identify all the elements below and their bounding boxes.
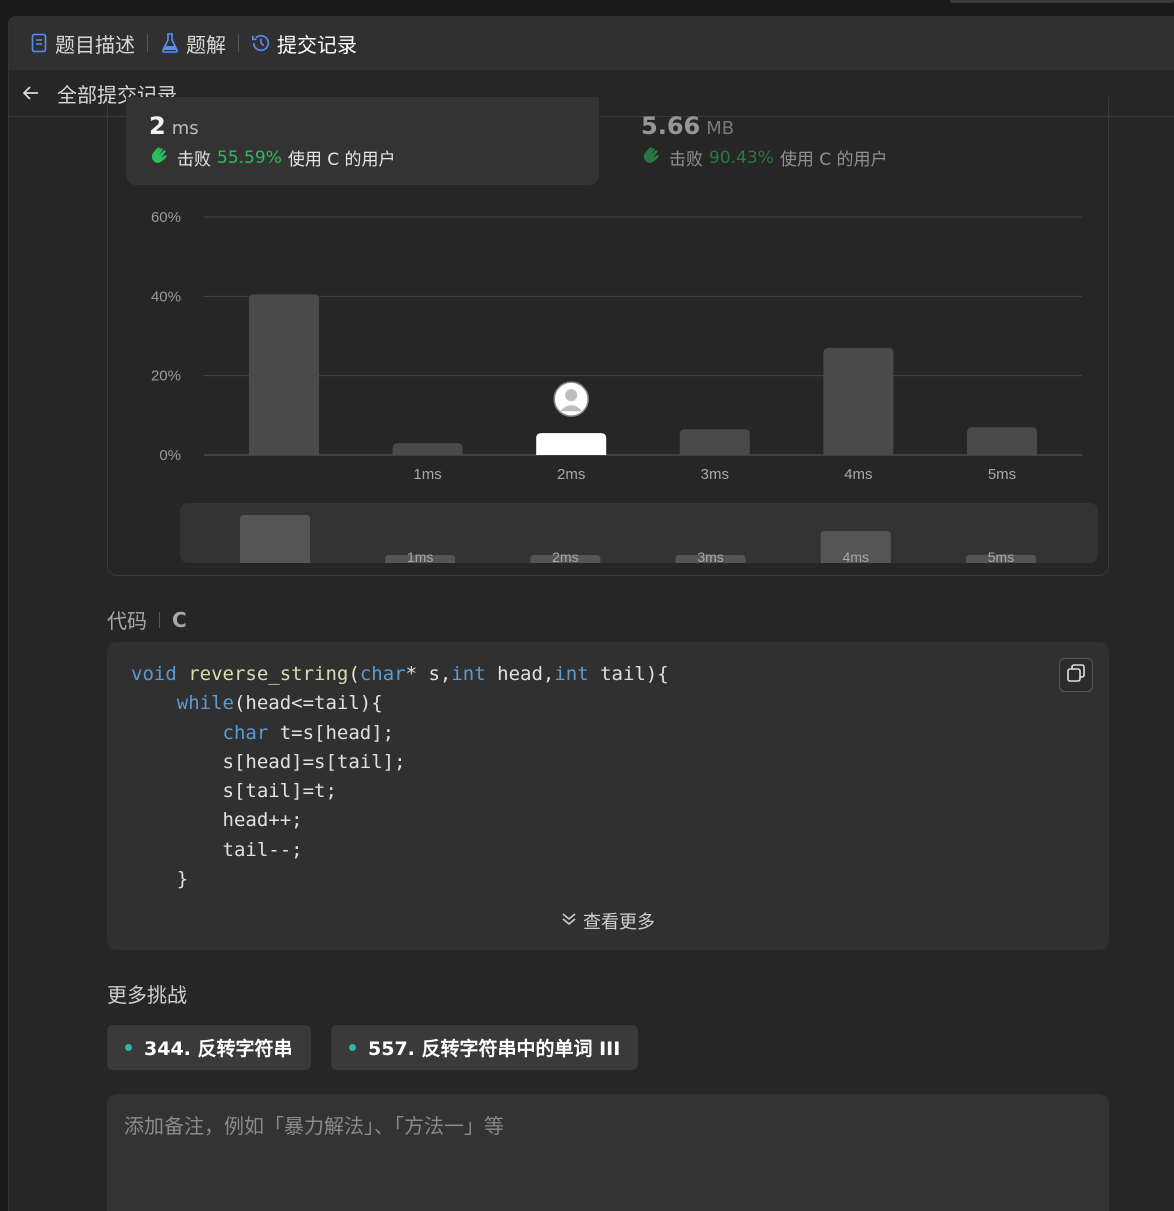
code-label: 代码: [107, 609, 147, 633]
tab-solutions[interactable]: 题解: [160, 16, 226, 70]
memory-number: 5.66: [641, 112, 701, 140]
top-strip: [950, 0, 1174, 3]
show-more-button[interactable]: 查看更多: [107, 908, 1109, 934]
tab-bar: 题目描述 题解 提交记录: [9, 16, 1174, 70]
runtime-unit: ms: [171, 118, 199, 139]
double-chevron-down-icon: [561, 911, 577, 932]
note-placeholder: 添加备注，例如「暴力解法」、「方法一」等: [124, 1114, 504, 1138]
x-tick-label: 4ms: [844, 466, 872, 483]
clap-icon: [149, 145, 171, 170]
show-more-label: 查看更多: [583, 912, 655, 933]
code-header-divider: [159, 611, 160, 628]
submission-panel: 题目描述 题解 提交记录 全部提交记录 2 ms 击败 55.59% 使用 C …: [8, 16, 1174, 1211]
code-header: 代码 C: [107, 605, 187, 634]
challenge-chip-label: 557. 反转字符串中的单词 III: [368, 1038, 621, 1060]
navigator-tick-label: 4ms: [843, 549, 869, 565]
memory-beat-prefix: 击败: [669, 150, 703, 170]
navigator-bar: [240, 515, 310, 563]
y-tick-label: 40%: [151, 288, 181, 305]
challenge-chip-557[interactable]: 557. 反转字符串中的单词 III: [331, 1025, 639, 1070]
tab-divider: [147, 34, 148, 52]
content: 2 ms 击败 55.59% 使用 C 的用户 5.66 MB 击败 90.43% …: [9, 97, 1174, 1211]
dot-icon: [125, 1044, 132, 1051]
navigator-tick-label: 1ms: [407, 549, 433, 565]
tab-submissions[interactable]: 提交记录: [251, 16, 357, 70]
x-tick-label: 3ms: [701, 466, 729, 483]
runtime-beat-percent: 55.59%: [217, 147, 282, 168]
clap-icon: [641, 145, 663, 170]
runtime-distribution-chart: 0% 20% 40% 60% 1ms 2ms 3ms 4ms 5ms 1ms 2ms 3ms 4ms 5m…: [151, 209, 1098, 565]
runtime-beat: 击败 55.59% 使用 C 的用户: [149, 145, 396, 170]
copy-icon: [1066, 663, 1086, 687]
memory-beat-suffix: 使用 C 的用户: [779, 150, 888, 170]
x-tick-label: 2ms: [557, 466, 585, 483]
tab-description[interactable]: 题目描述: [29, 16, 135, 70]
challenge-chip-label: 344. 反转字符串: [144, 1038, 293, 1060]
navigator-tick-label: 5ms: [988, 549, 1014, 565]
memory-beat-percent: 90.43%: [709, 147, 774, 168]
y-tick-label: 20%: [151, 368, 181, 385]
memory-unit: MB: [706, 118, 735, 139]
chart-bar: [392, 443, 463, 455]
document-icon: [29, 32, 49, 54]
runtime-card[interactable]: [126, 97, 599, 185]
tab-description-label: 题目描述: [55, 32, 135, 57]
memory-value: 5.66 MB: [641, 112, 734, 140]
arrow-left-icon[interactable]: [21, 82, 43, 104]
runtime-beat-suffix: 使用 C 的用户: [287, 150, 396, 170]
avatar-head: [565, 389, 578, 402]
copy-button[interactable]: [1059, 658, 1093, 692]
navigator-tick-label: 2ms: [552, 549, 578, 565]
y-tick-label: 0%: [159, 447, 181, 464]
runtime-beat-prefix: 击败: [177, 150, 211, 170]
tab-divider: [238, 34, 239, 52]
y-tick-label: 60%: [151, 209, 181, 226]
flask-icon: [160, 32, 180, 54]
history-icon: [251, 32, 271, 54]
chart-navigator: [180, 503, 1098, 563]
chart-bar: [249, 294, 319, 455]
runtime-number: 2: [149, 112, 166, 140]
note-input[interactable]: 添加备注，例如「暴力解法」、「方法一」等: [107, 1094, 1109, 1211]
memory-beat[interactable]: 击败 90.43% 使用 C 的用户: [641, 145, 888, 170]
tab-submissions-label: 提交记录: [277, 32, 357, 57]
code-block: void reverse_string(char* s,int head,int…: [107, 642, 1109, 950]
challenge-chip-344[interactable]: 344. 反转字符串: [107, 1025, 311, 1070]
navigator-tick-label: 3ms: [697, 549, 723, 565]
code-text[interactable]: void reverse_string(char* s,int head,int…: [131, 660, 669, 894]
more-challenges-title: 更多挑战: [107, 983, 187, 1007]
dot-icon: [349, 1044, 356, 1051]
x-tick-label: 1ms: [413, 466, 441, 483]
tab-solutions-label: 题解: [186, 32, 226, 57]
runtime-value: 2 ms: [149, 112, 199, 140]
code-language: C: [172, 607, 187, 632]
chart-bar: [823, 347, 894, 455]
chart-bar: [536, 433, 607, 455]
chart-bar: [967, 427, 1037, 455]
x-tick-label: 5ms: [988, 466, 1016, 483]
chart-bar: [679, 429, 750, 455]
